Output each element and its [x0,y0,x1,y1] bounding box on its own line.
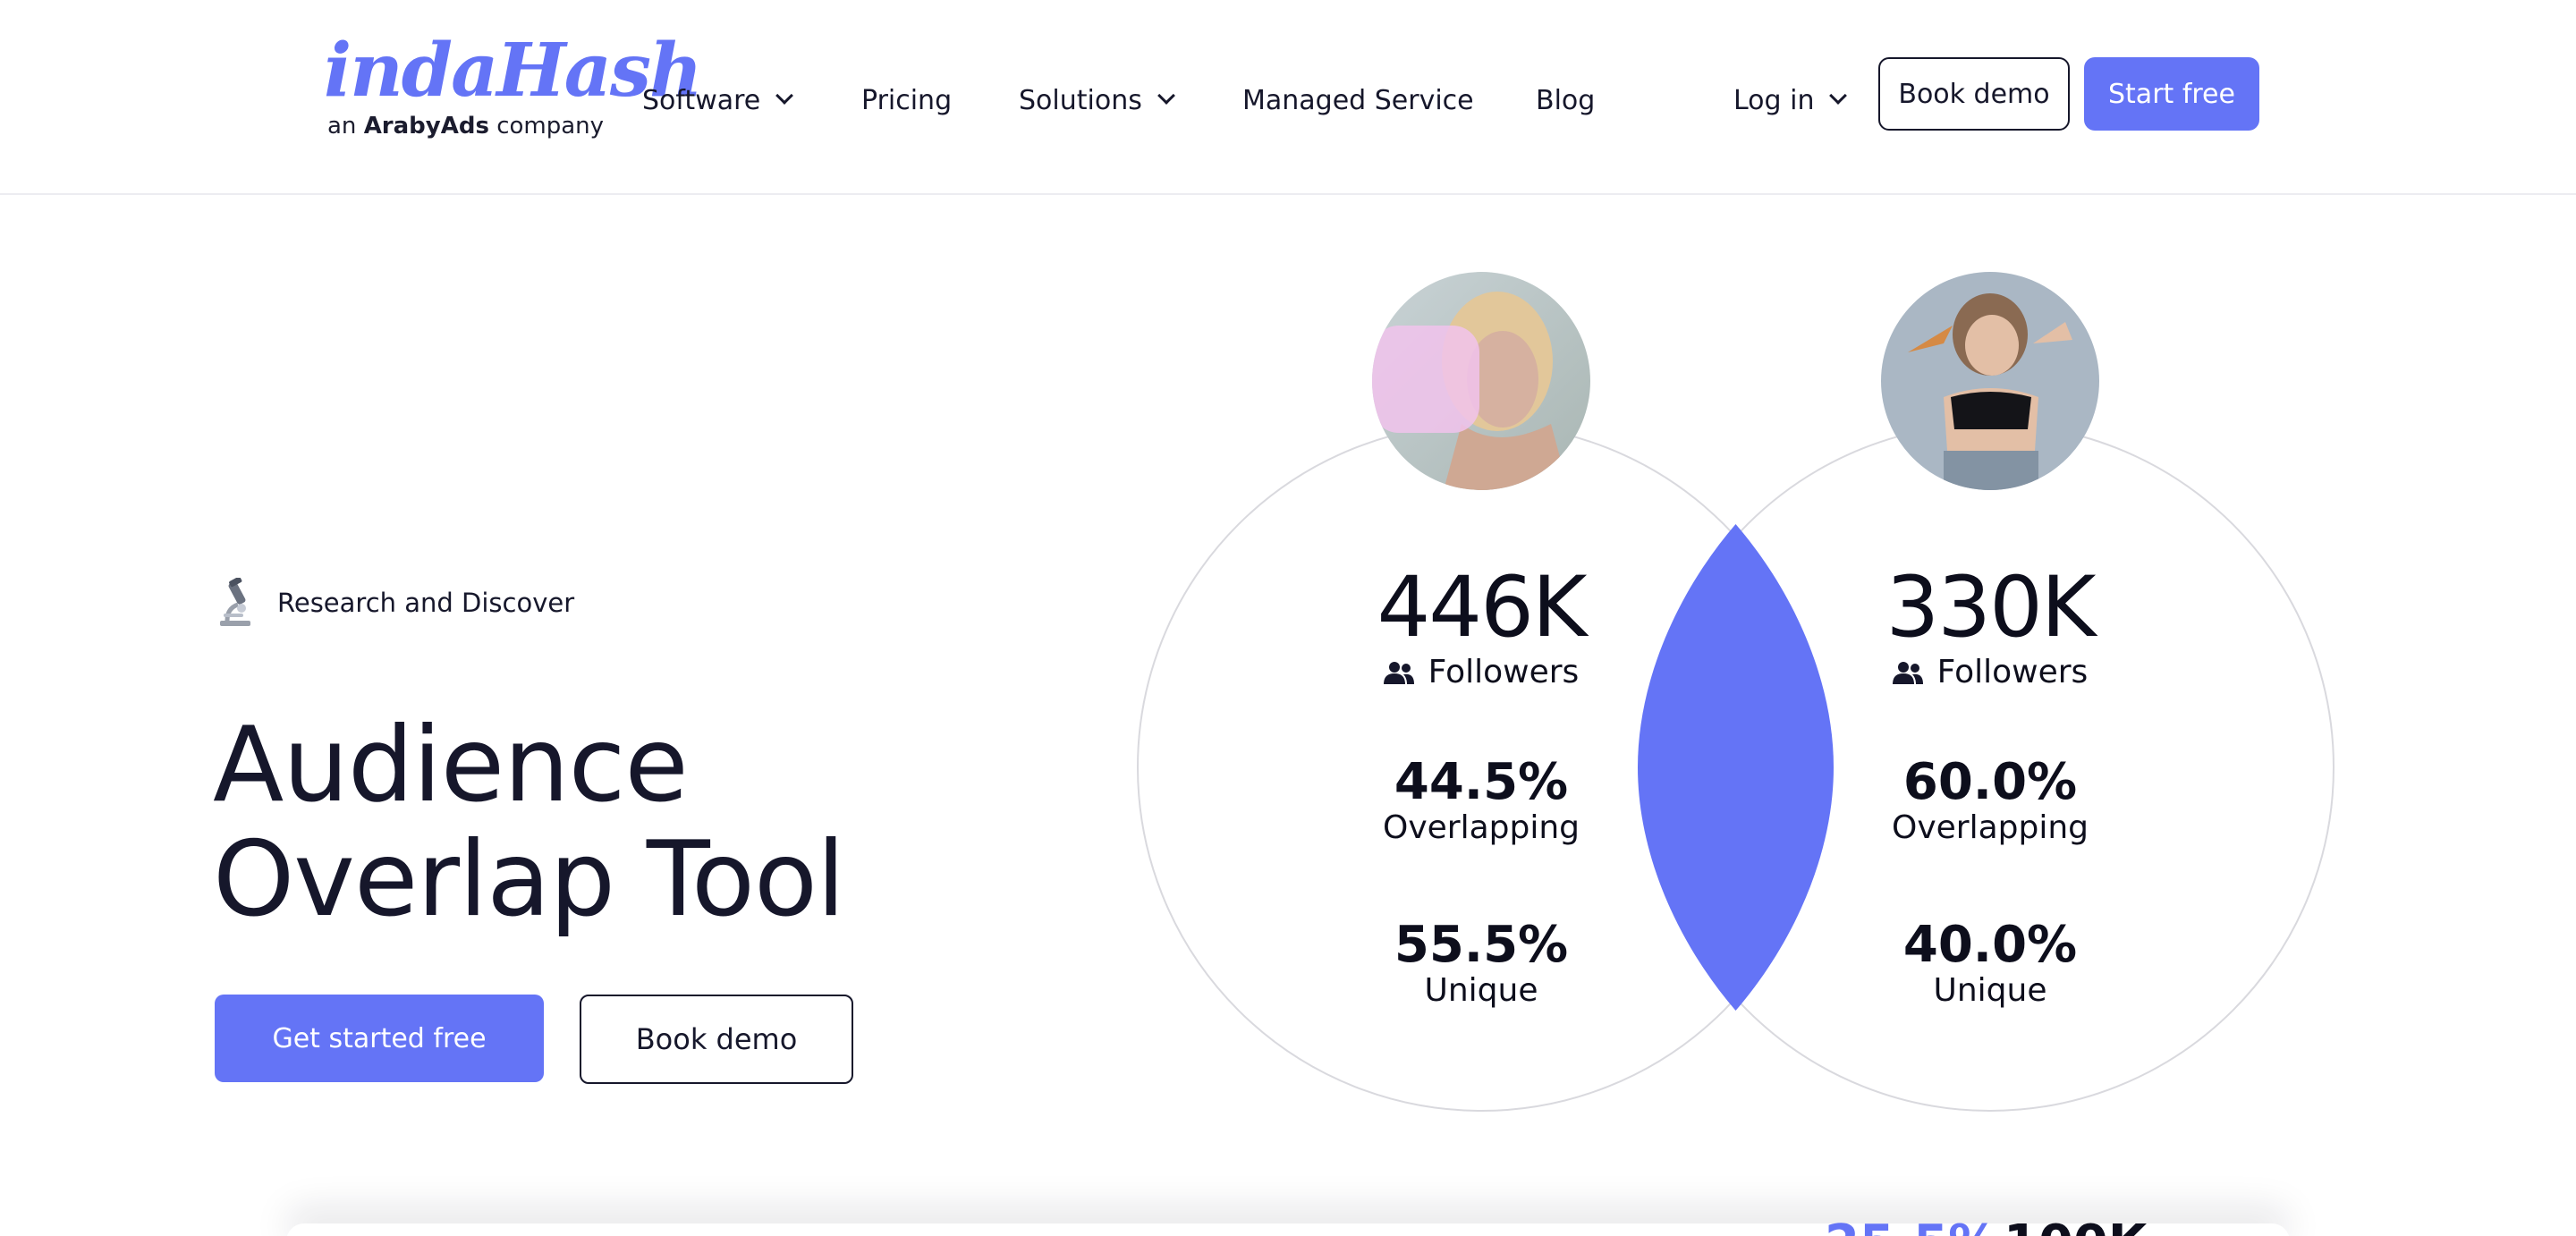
nav-managed-service-label: Managed Service [1242,84,1474,116]
left-followers-label: Followers [1428,654,1580,690]
logo-sub-suffix: company [496,113,605,140]
chevron-down-icon [1157,87,1175,105]
left-followers-row: Followers [1320,653,1642,692]
brand-logo[interactable]: indaHash an ArabyAds company [324,34,703,150]
nav-blog[interactable]: Blog [1536,80,1595,120]
title-line-1: Audience [213,705,689,825]
nav-managed-service[interactable]: Managed Service [1242,80,1474,120]
right-unique-label: Unique [1933,972,2047,1009]
peek-percentage: 25.5% [1825,1213,1998,1236]
avatar-left [1372,272,1590,490]
nav-pricing-label: Pricing [861,84,953,116]
right-unique-pct: 40.0% [1902,916,2078,974]
nav-software[interactable]: Software [642,80,794,120]
nav-login-label: Log in [1733,84,1815,116]
left-stats: 446K Followers 44.5% Overlapping 55.5% U… [1320,563,1642,1009]
left-unique-label: Unique [1424,972,1538,1009]
logo-sub-prefix: an [327,113,357,140]
get-started-button[interactable]: Get started free [215,995,544,1082]
site-header: indaHash an ArabyAds company Software Pr… [0,0,2576,195]
header-start-free-button[interactable]: Start free [2084,57,2259,131]
venn-circles [1137,423,2334,1112]
left-overlapping-label: Overlapping [1382,809,1580,846]
eyebrow-label: Research and Discover [277,588,575,618]
nav-login[interactable]: Log in [1733,80,1848,120]
chevron-down-icon [1829,87,1848,105]
avatar-right [1881,272,2099,490]
right-followers-count: 330K [1885,559,2096,656]
microscope-icon [220,578,250,626]
people-icon [1383,662,1414,684]
header-book-demo-button[interactable]: Book demo [1878,57,2070,131]
chevron-down-icon [775,87,794,105]
right-overlapping-label: Overlapping [1891,809,2089,846]
nav-pricing[interactable]: Pricing [861,80,952,120]
hero-eyebrow: Research and Discover [215,578,574,628]
nav-blog-label: Blog [1536,84,1596,116]
people-icon [1892,662,1923,684]
nav-solutions[interactable]: Solutions [1019,80,1175,120]
right-followers-row: Followers [1829,653,2151,692]
title-line-2: Overlap Tool [213,819,845,940]
logo-sub-brand: ArabyAds [363,113,489,140]
right-overlapping-pct: 60.0% [1902,753,2078,811]
left-overlapping-pct: 44.5% [1394,753,1569,811]
right-stats: 330K Followers 60.0% Overlapping 40.0% U… [1829,563,2151,1009]
page-title: Audience Overlap Tool [213,708,946,937]
nav-solutions-label: Solutions [1019,84,1142,116]
right-followers-label: Followers [1936,654,2089,690]
peek-count: 100K [2004,1213,2147,1236]
left-followers-count: 446K [1377,559,1587,656]
logo-subline: an ArabyAds company [327,114,604,138]
overlap-venn-diagram: 446K Followers 44.5% Overlapping 55.5% U… [1123,272,2345,1125]
venn-overlap-lens [1638,524,1834,1011]
nav-software-label: Software [642,84,761,116]
left-unique-pct: 55.5% [1394,916,1569,974]
book-demo-button[interactable]: Book demo [580,995,853,1084]
